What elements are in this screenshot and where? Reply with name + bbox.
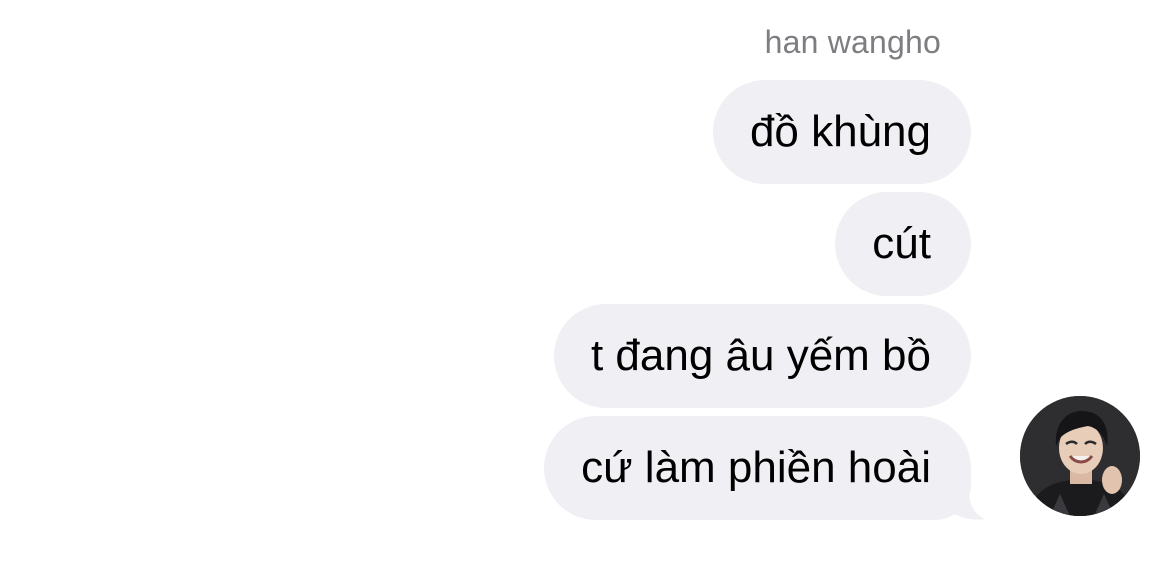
- message-bubble[interactable]: t đang âu yếm bồ: [553, 304, 971, 408]
- bubble-tail-icon: [947, 491, 985, 520]
- message-text: cứ làm phiền hoài: [581, 443, 931, 492]
- message-thread: đồ khùng cút t đang âu yếm bồ cứ làm phi…: [544, 80, 985, 520]
- profile-photo-icon: [1020, 396, 1140, 516]
- message-bubble[interactable]: đồ khùng: [712, 80, 971, 184]
- message-bubble-last[interactable]: cứ làm phiền hoài: [544, 416, 985, 520]
- avatar[interactable]: [1020, 396, 1140, 516]
- sender-name: han wangho: [764, 24, 941, 60]
- message-bubble[interactable]: cút: [835, 192, 971, 296]
